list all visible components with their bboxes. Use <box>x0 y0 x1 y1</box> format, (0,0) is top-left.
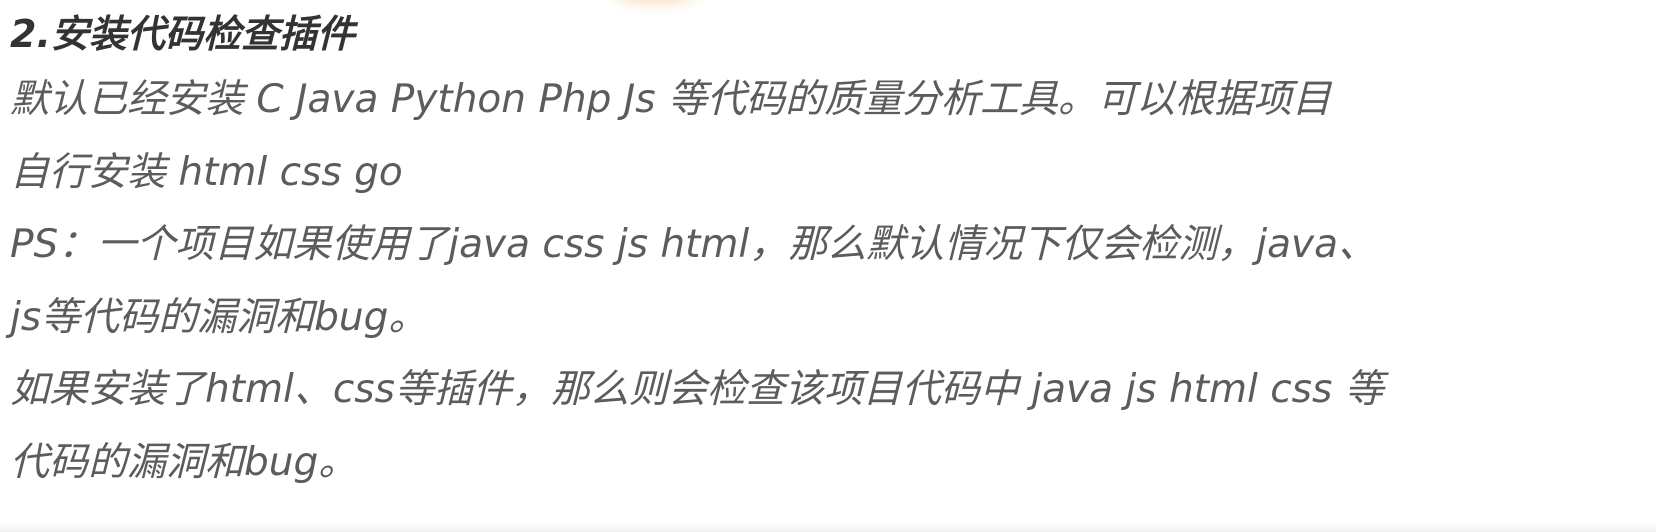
paragraph-line: PS：一个项目如果使用了java css js html，那么默认情况下仅会检测… <box>10 222 1377 267</box>
paragraph-line: js等代码的漏洞和bug。 <box>10 294 428 340</box>
paragraph-line: 默认已经安装 C Java Python Php Js 等代码的质量分析工具。可… <box>10 77 1331 122</box>
section-heading: 2.安装代码检查插件 <box>10 12 355 56</box>
paragraph-line: 自行安装 html css go <box>10 149 403 195</box>
document-section: 2.安装代码检查插件 默认已经安装 C Java Python Php Js 等… <box>10 4 1650 499</box>
paragraph-line: 如果安装了html、css等插件，那么则会检查该项目代码中 java js ht… <box>10 367 1384 412</box>
paragraph-line: 代码的漏洞和bug。 <box>10 439 358 485</box>
page-edge-shadow <box>0 522 1656 532</box>
